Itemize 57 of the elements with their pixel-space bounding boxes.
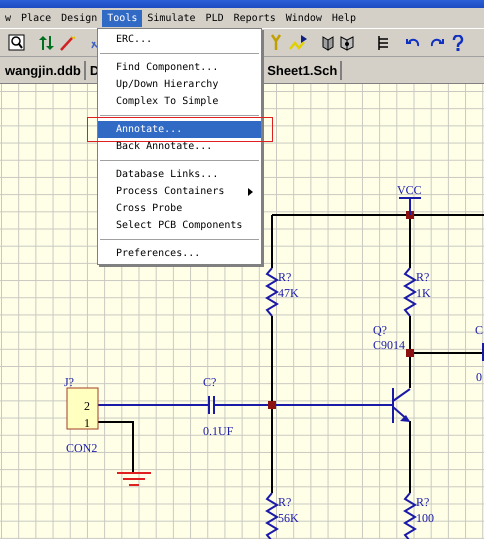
ground-symbol [116,472,152,486]
menu-title[interactable]: Window [280,10,327,26]
menu-item[interactable]: Process Containers [98,183,261,200]
resistor-symbol [403,492,417,539]
document-tab[interactable]: wangjin.ddb [2,60,86,80]
designator-label: Q? [373,323,387,337]
zoom-icon[interactable] [8,34,25,51]
capacitor-symbol [208,395,215,415]
book-icon[interactable] [322,34,334,50]
menu-title[interactable]: Simulate [142,10,201,26]
power-symbol [398,197,422,216]
wand-icon[interactable] [59,34,75,50]
value-label: 1K [416,286,431,300]
designator-label: R? [416,495,430,509]
designator-label: R? [278,270,292,284]
menu-title[interactable]: Reports [228,10,281,26]
menu-item[interactable]: Cross Probe [98,200,261,217]
menu-title[interactable]: Place [16,10,56,26]
value-label: 100 [416,511,434,525]
transistor-symbol [392,387,411,424]
value-label: 47K [278,286,299,300]
designator-label: J? [64,375,74,389]
menu-title[interactable]: Help [326,10,361,26]
pin-number: 2 [84,399,90,413]
value-label: CON2 [66,441,98,455]
help-icon[interactable] [452,34,464,50]
connector-body [66,388,98,430]
value-label: 0.1UF [203,424,234,438]
menu-item[interactable]: Select PCB Components [98,217,261,234]
menu-title[interactable]: w [0,10,16,26]
value-label: 0 [476,370,482,384]
resistor-symbol [403,267,417,317]
value-label: 56K [278,511,299,525]
menu-item[interactable]: Annotate... [98,121,261,138]
submenu-arrow-icon [248,188,253,196]
menu-item[interactable]: Preferences... [98,245,261,262]
designator-label: R? [278,495,292,509]
redo-icon[interactable] [430,36,444,48]
menu-title[interactable]: PLD [200,10,229,26]
resistor-symbol [265,492,279,539]
menu-item[interactable]: ERC... [98,31,261,48]
book-icon[interactable] [340,34,354,50]
undo-icon[interactable] [406,36,420,48]
wave-icon[interactable] [289,34,309,52]
menu-item[interactable]: Back Annotate... [98,138,261,155]
menu-item[interactable]: Complex To Simple [98,93,261,110]
menu-title[interactable]: Tools [102,10,142,26]
menu-title[interactable]: Design [56,10,102,26]
value-label: C9014 [373,338,406,352]
pin-number: 1 [84,416,90,430]
power-label: VCC [397,183,422,197]
designator-label: C [475,323,484,337]
designator-label: R? [416,270,430,284]
designator-label: C? [203,375,216,389]
menu-item[interactable]: Database Links... [98,166,261,183]
list-icon[interactable] [376,34,390,50]
up-down-arrows-icon[interactable] [38,34,54,50]
